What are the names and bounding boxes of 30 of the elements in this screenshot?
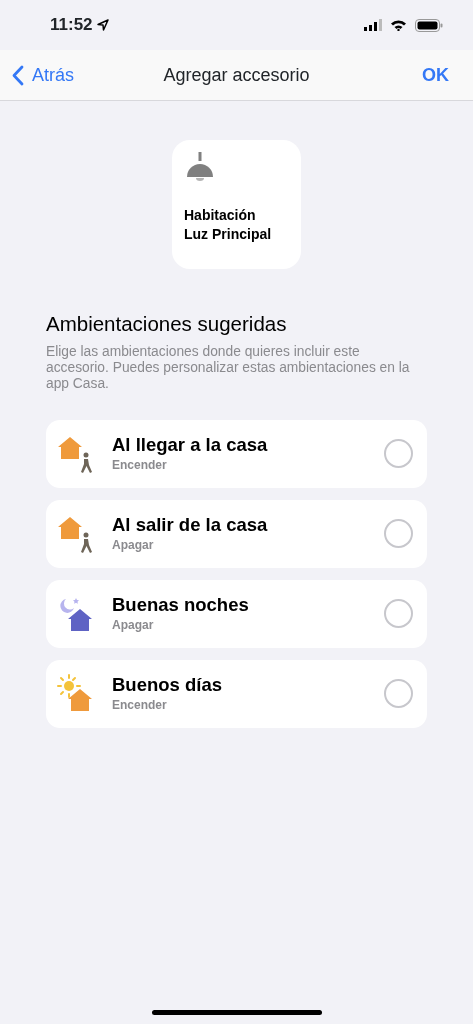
ok-button[interactable]: OK <box>422 61 473 89</box>
scene-action: Encender <box>112 456 168 474</box>
radio-button[interactable] <box>384 439 413 469</box>
section-description: Elige las ambientaciones donde quieres incluir este accesorio. Puedes personalizar estas ambientaciones en la app Casa. <box>46 343 411 392</box>
radio-button[interactable] <box>384 599 413 629</box>
battery-icon <box>415 18 443 32</box>
scene-name: Al llegar a la casa <box>112 433 269 456</box>
scene-action: Apagar <box>112 536 155 554</box>
wifi-icon <box>390 19 407 31</box>
scene-action: Encender <box>112 696 168 714</box>
scene-row[interactable]: Buenos días Encender <box>46 659 427 728</box>
room-name: Habitación <box>184 206 257 225</box>
scene-row[interactable]: Buenas noches Apagar <box>46 579 427 648</box>
location-icon <box>96 19 109 31</box>
radio-button[interactable] <box>384 519 413 549</box>
radio-button[interactable] <box>384 679 413 709</box>
back-button[interactable]: Atrás <box>0 61 74 89</box>
scene-action: Apagar <box>112 616 155 634</box>
signal-icon <box>364 19 382 31</box>
scene-name: Buenos días <box>112 673 223 696</box>
screen-title: Agregar accesorio <box>163 63 310 87</box>
scene-name: Al salir de la casa <box>112 513 269 536</box>
accessory-tile[interactable]: Habitación Luz Principal <box>172 140 301 269</box>
scene-name: Buenas noches <box>112 593 250 616</box>
scene-row[interactable]: Al salir de la casa Apagar <box>46 499 427 568</box>
clock-time: 11:52 <box>50 14 93 37</box>
chevron-left-icon <box>12 64 24 86</box>
scene-row[interactable]: Al llegar a la casa Encender <box>46 419 427 488</box>
accessory-name: Luz Principal <box>184 225 273 244</box>
section-heading: Ambientaciones sugeridas <box>46 311 288 337</box>
